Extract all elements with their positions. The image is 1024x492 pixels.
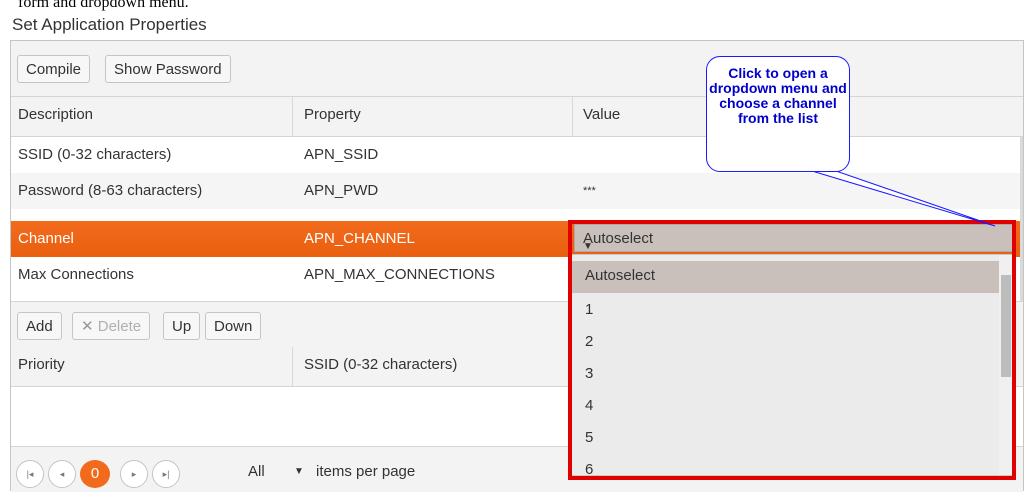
callout-pointer <box>811 170 996 227</box>
callout-bubble: Click to open a dropdown menu and choose… <box>706 56 850 172</box>
